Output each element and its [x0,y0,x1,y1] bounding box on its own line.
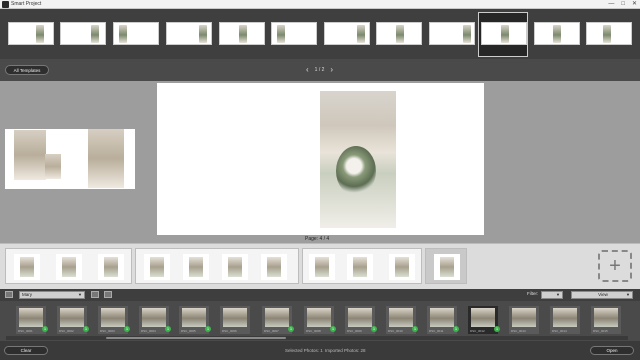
template-thumb[interactable] [586,22,632,45]
filter-select[interactable]: ▼ [541,291,563,299]
main-canvas: Page: 4 / 4 [0,81,640,243]
page-thumb[interactable] [261,254,287,280]
tray-photo[interactable]: DSC_0013 [509,306,539,334]
view-select-value: View [598,292,608,297]
tray-photo[interactable]: DSC_0003 1 [98,306,130,334]
layout-photo [14,130,46,180]
template-thumb[interactable] [166,22,212,45]
all-templates-button[interactable]: All Templates [5,65,49,75]
scrollbar-thumb[interactable] [106,337,286,339]
page-thumb[interactable] [434,254,460,280]
maximize-button[interactable]: □ [621,0,625,9]
open-button[interactable]: Open [590,346,634,355]
selected-photos-count: Selected Photos: 1 [285,348,323,353]
page-thumb[interactable] [222,254,248,280]
tray-photo[interactable]: DSC_0004 1 [139,306,171,334]
chevron-left-icon[interactable]: ‹ [306,66,309,74]
window-title: Smart Project [11,1,42,7]
tray-photo[interactable]: DSC_0010 1 [386,306,418,334]
footer-bar: Clear Selected Photos: 1 Imported Photos… [0,341,640,360]
page-thumb[interactable] [98,254,124,280]
import-icon[interactable] [104,291,112,298]
add-page-button[interactable]: + [598,250,632,282]
pages-strip: + [0,243,640,289]
tray-photo[interactable]: DSC_0009 1 [345,306,377,334]
template-strip [0,9,640,59]
tray-photo[interactable]: DSC_0006 [220,306,250,334]
layout-photo [45,154,61,179]
app-icon [2,1,9,8]
template-thumb[interactable] [113,22,159,45]
chevron-down-icon: ▼ [626,292,630,297]
bride-photo[interactable] [320,91,396,228]
chevron-down-icon: ▼ [78,292,82,297]
alternate-layout-card[interactable] [5,129,135,189]
folder-icon[interactable] [5,291,13,298]
view-select[interactable]: View ▼ [571,291,633,299]
template-thumb[interactable] [534,22,580,45]
tray-photo[interactable]: DSC_0011 1 [427,306,459,334]
page-group[interactable] [135,248,299,284]
tray-photo[interactable]: DSC_0014 [550,306,580,334]
layout-photo [88,129,124,188]
template-thumb[interactable] [376,22,422,45]
page-thumb[interactable] [14,254,40,280]
imported-photos-count: Imported Photos: 28 [325,348,366,353]
page-spread[interactable] [157,83,484,235]
tray-photo[interactable]: DSC_0002 1 [57,306,89,334]
bouquet-image [336,146,376,196]
new-folder-icon[interactable] [91,291,99,298]
plus-icon: + [609,254,621,277]
template-thumb[interactable] [219,22,265,45]
page-thumb[interactable] [56,254,82,280]
template-thumb[interactable] [8,22,54,45]
tray-photo[interactable]: DSC_0015 [591,306,621,334]
page-group[interactable] [5,248,132,284]
title-bar: Smart Project — □ ✕ [0,0,640,9]
page-thumb[interactable] [144,254,170,280]
page-group[interactable] [302,248,422,284]
template-pager: ‹ 1 / 2 › [306,66,333,74]
page-thumb[interactable] [347,254,373,280]
clear-button[interactable]: Clear [4,346,48,355]
page-thumb[interactable] [389,254,415,280]
folder-select[interactable]: Mary ▼ [19,291,85,299]
minimize-button[interactable]: — [608,0,614,9]
folder-select-value: Mary [22,292,32,297]
template-nav-bar: All Templates ‹ 1 / 2 › [0,59,640,81]
chevron-right-icon[interactable]: › [330,66,333,74]
filter-label: Filter: [527,291,539,296]
page-thumb[interactable] [183,254,209,280]
chevron-down-icon: ▼ [556,292,560,297]
tray-scrollbar[interactable] [6,336,628,340]
pager-label: 1 / 2 [314,67,325,73]
photo-tray-toolbar: Mary ▼ Filter: ▼ View ▼ [0,289,640,301]
page-indicator: Page: 4 / 4 [305,236,330,242]
tray-photo[interactable]: DSC_0001 1 [16,306,48,334]
photo-tray: DSC_0001 1 DSC_0002 1 DSC_0003 1 DSC_0004 1 … [0,301,640,341]
template-thumb[interactable] [60,22,106,45]
template-thumb-selected[interactable] [481,22,527,45]
tray-photo[interactable]: DSC_0007 1 [262,306,294,334]
template-thumb[interactable] [429,22,475,45]
page-group-current[interactable] [425,248,467,284]
tray-photo[interactable]: DSC_0008 1 [304,306,336,334]
tray-photo-selected[interactable]: DSC_0012 1 [468,306,500,334]
page-thumb[interactable] [309,254,335,280]
template-thumb[interactable] [271,22,317,45]
close-button[interactable]: ✕ [632,0,637,9]
template-thumb[interactable] [324,22,370,45]
tray-photo[interactable]: DSC_0005 1 [179,306,211,334]
